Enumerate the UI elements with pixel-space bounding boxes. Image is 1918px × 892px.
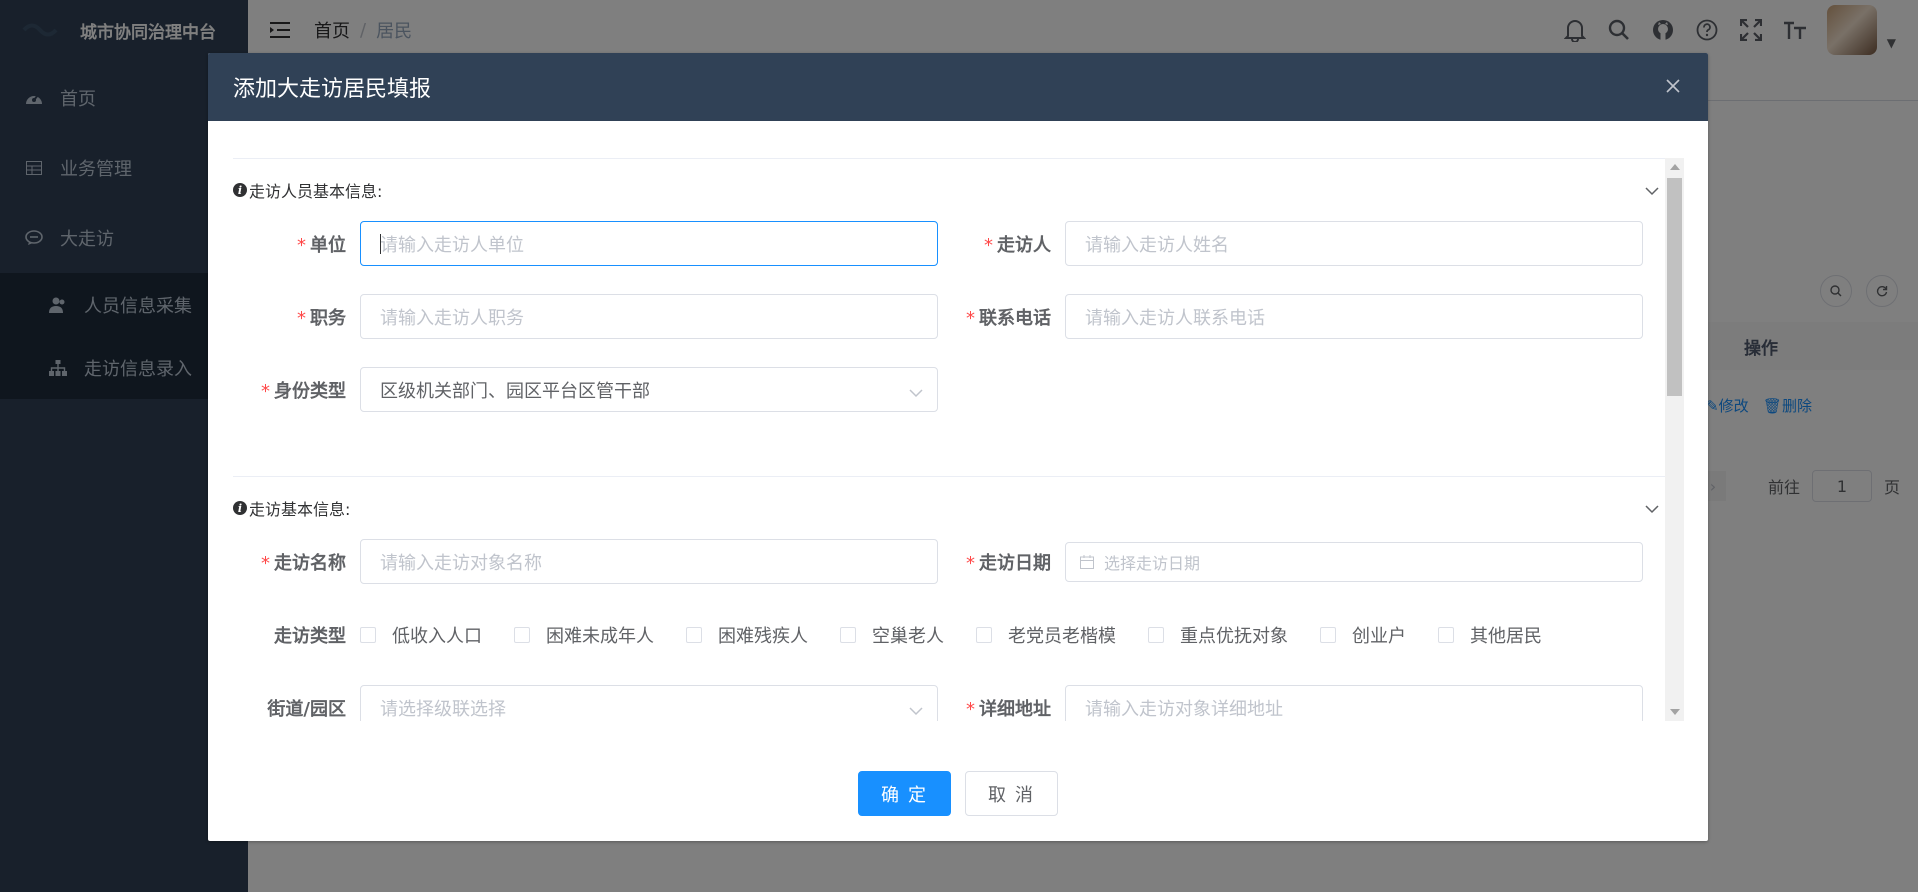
visit-type-label: 走访类型 — [274, 625, 346, 647]
form-row: 街道/园区 请选择级联选择 * 详细地址 请输入走访对象详细地址 — [233, 685, 1665, 721]
scrollbar[interactable] — [1665, 158, 1684, 721]
visit-name-input[interactable]: 请输入走访对象名称 — [360, 539, 938, 584]
identity-type-select[interactable]: 区级机关部门、园区平台区管干部 — [360, 367, 938, 412]
close-icon[interactable] — [1662, 75, 1684, 97]
chevron-down-icon[interactable] — [1645, 181, 1659, 200]
address-label: * 详细地址 — [966, 698, 1051, 720]
dialog-header: 添加大走访居民填报 — [208, 53, 1708, 121]
visit-date-form-item: * 走访日期 选择走访日期 — [938, 539, 1643, 584]
visit-name-form-item: * 走访名称 请输入走访对象名称 — [233, 539, 938, 584]
form-row: * 走访名称 请输入走访对象名称 * 走访日期 选择走访日期 — [233, 539, 1665, 612]
street-form-item: 街道/园区 请选择级联选择 — [233, 685, 938, 721]
checkbox-box[interactable] — [1438, 626, 1454, 643]
cancel-button[interactable]: 取 消 — [965, 771, 1058, 816]
confirm-button[interactable]: 确 定 — [858, 771, 951, 816]
street-cascader[interactable]: 请选择级联选择 — [360, 685, 938, 721]
visit-date-picker[interactable]: 选择走访日期 — [1065, 541, 1643, 582]
dialog-footer: 确 定 取 消 — [208, 771, 1708, 816]
visitor-name-input[interactable]: 请输入走访人姓名 — [1065, 221, 1643, 266]
chevron-down-icon — [909, 700, 923, 721]
visit-name-label: * 走访名称 — [261, 552, 346, 574]
visitor-label: * 走访人 — [984, 234, 1051, 256]
checkbox-box[interactable] — [360, 626, 376, 643]
checkbox-label: 困难未成年人 — [546, 625, 654, 647]
visit-type-form-item: 走访类型 低收入人口 困难未成年人 困难残疾人 空巢老人 老党员老楷模 重点优抚对象 创业户… — [233, 612, 1574, 657]
checkbox-label: 低收入人口 — [392, 625, 482, 647]
identity-select-value: 区级机关部门、园区平台区管干部 — [380, 380, 650, 402]
visit-type-checkbox[interactable]: 创业户 — [1320, 622, 1406, 648]
position-label: * 职务 — [297, 307, 346, 329]
chevron-down-icon — [909, 382, 923, 403]
checkbox-label: 老党员老楷模 — [1008, 625, 1116, 647]
section-visit-info[interactable]: i 走访基本信息: — [233, 476, 1665, 539]
visit-type-checkbox[interactable]: 空巢老人 — [840, 622, 944, 648]
visitor-form-item: * 走访人 请输入走访人姓名 — [938, 221, 1643, 266]
checkbox-box[interactable] — [840, 626, 856, 643]
checkbox-label: 其他居民 — [1470, 625, 1542, 647]
checkbox-box[interactable] — [976, 626, 992, 643]
calendar-icon — [1080, 554, 1094, 573]
unit-label: * 单位 — [297, 234, 346, 256]
unit-form-item: * 单位 请输入走访人单位 — [233, 221, 938, 266]
address-form-item: * 详细地址 请输入走访对象详细地址 — [938, 685, 1643, 721]
checkbox-box[interactable] — [514, 626, 530, 643]
visit-date-label: * 走访日期 — [966, 552, 1051, 574]
checkbox-box[interactable] — [686, 626, 702, 643]
cascader-placeholder: 请选择级联选择 — [380, 698, 506, 720]
visit-type-checkbox[interactable]: 困难残疾人 — [686, 622, 808, 648]
visit-type-checkbox[interactable]: 重点优抚对象 — [1148, 622, 1288, 648]
visit-type-checkbox[interactable]: 老党员老楷模 — [976, 622, 1116, 648]
position-form-item: * 职务 请输入走访人职务 — [233, 294, 938, 339]
position-input[interactable]: 请输入走访人职务 — [360, 294, 938, 339]
dialog-title: 添加大走访居民填报 — [233, 77, 432, 102]
info-icon: i — [233, 183, 247, 197]
section-title: 走访基本信息: — [249, 500, 351, 519]
form-scroll-content: i 走访人员基本信息: * 单位 请输入走访人单位 * 走访人 请输入走访人姓名 * — [233, 158, 1665, 721]
form-row: * 身份类型 区级机关部门、园区平台区管干部 — [233, 367, 1665, 440]
address-input[interactable]: 请输入走访对象详细地址 — [1065, 685, 1643, 721]
checkbox-label: 重点优抚对象 — [1180, 625, 1288, 647]
checkbox-label: 空巢老人 — [872, 625, 944, 647]
visit-type-checkbox[interactable]: 其他居民 — [1438, 622, 1542, 648]
scroll-down-icon[interactable] — [1670, 709, 1680, 715]
checkbox-label: 困难残疾人 — [718, 625, 808, 647]
phone-label: * 联系电话 — [966, 307, 1051, 329]
visit-type-checkbox[interactable]: 困难未成年人 — [514, 622, 654, 648]
form-row: * 职务 请输入走访人职务 * 联系电话 请输入走访人联系电话 — [233, 294, 1665, 367]
form-row: 走访类型 低收入人口 困难未成年人 困难残疾人 空巢老人 老党员老楷模 重点优抚对象 创业户… — [233, 612, 1665, 685]
section-visitor-info[interactable]: i 走访人员基本信息: — [233, 158, 1665, 221]
form-row: * 单位 请输入走访人单位 * 走访人 请输入走访人姓名 — [233, 221, 1665, 294]
phone-input[interactable]: 请输入走访人联系电话 — [1065, 294, 1643, 339]
phone-form-item: * 联系电话 请输入走访人联系电话 — [938, 294, 1643, 339]
identity-form-item: * 身份类型 区级机关部门、园区平台区管干部 — [233, 367, 938, 412]
unit-input[interactable]: 请输入走访人单位 — [360, 221, 938, 266]
scroll-up-icon[interactable] — [1670, 164, 1680, 170]
checkbox-box[interactable] — [1148, 626, 1164, 643]
section-title: 走访人员基本信息: — [249, 182, 383, 201]
street-label: 街道/园区 — [267, 698, 346, 720]
identity-label: * 身份类型 — [261, 380, 346, 402]
dialog-body: i 走访人员基本信息: * 单位 请输入走访人单位 * 走访人 请输入走访人姓名 * — [233, 158, 1684, 721]
info-icon: i — [233, 501, 247, 515]
add-visit-dialog: 添加大走访居民填报 i 走访人员基本信息: * 单位 请输入走访人单位 * 走访人 — [208, 53, 1708, 841]
visit-type-checkbox[interactable]: 低收入人口 — [360, 622, 482, 648]
checkbox-box[interactable] — [1320, 626, 1336, 643]
checkbox-label: 创业户 — [1352, 625, 1406, 647]
visit-type-checkbox-group: 低收入人口 困难未成年人 困难残疾人 空巢老人 老党员老楷模 重点优抚对象 创业户 其他居民 — [360, 612, 1574, 657]
scrollbar-thumb[interactable] — [1667, 178, 1682, 396]
date-placeholder: 选择走访日期 — [1104, 553, 1201, 573]
chevron-down-icon[interactable] — [1645, 499, 1659, 518]
